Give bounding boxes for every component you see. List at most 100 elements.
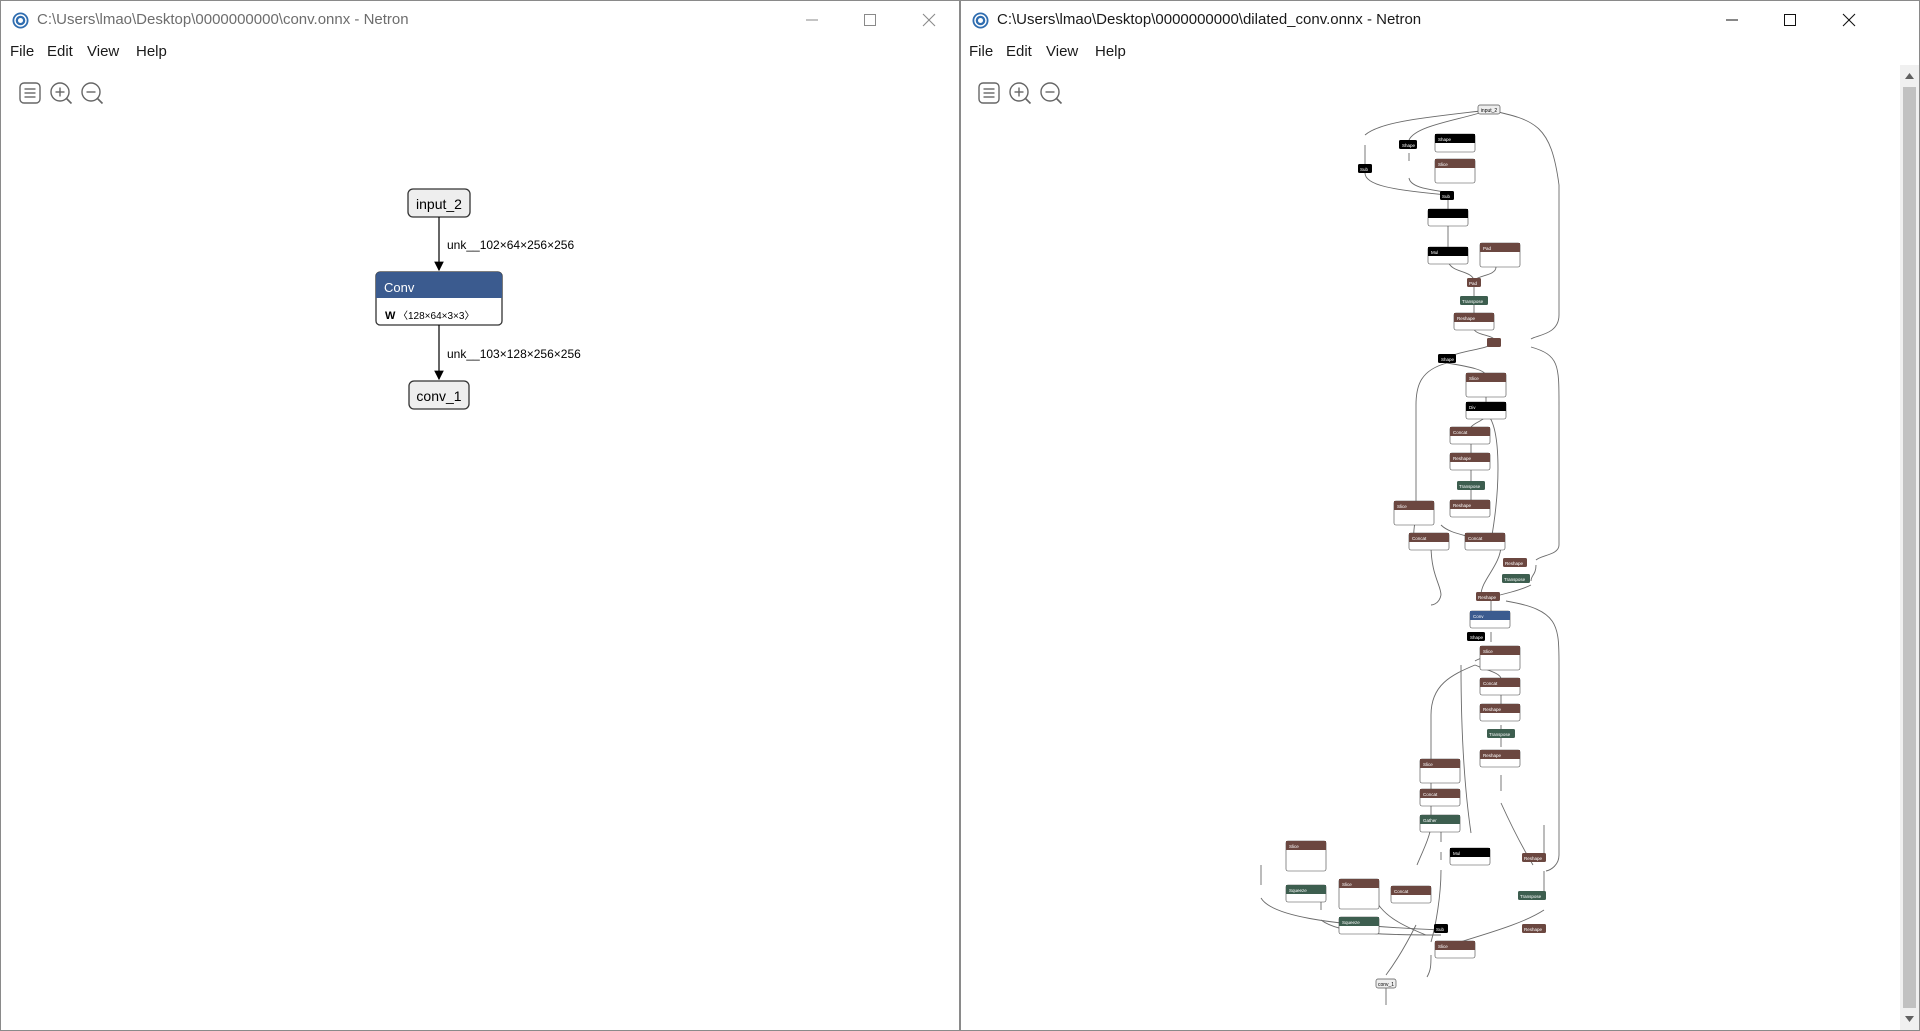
menu-edit[interactable]: Edit bbox=[1006, 43, 1032, 60]
mul-node-label: Mul bbox=[1431, 250, 1438, 255]
shape-node-label: Shape bbox=[1438, 137, 1452, 142]
graph-output-node[interactable]: conv_1 bbox=[408, 380, 470, 410]
reshape-node[interactable]: Reshape bbox=[1522, 924, 1546, 933]
concat-node[interactable]: Concat bbox=[1464, 532, 1506, 551]
concat-node-label: Concat bbox=[1453, 430, 1468, 435]
vertical-scrollbar[interactable] bbox=[1900, 65, 1919, 1030]
maximize-icon bbox=[1784, 14, 1796, 26]
slice-node[interactable]: Slice bbox=[1479, 645, 1521, 671]
reshape-node[interactable]: Reshape bbox=[1479, 703, 1521, 722]
slice-node-label: Slice bbox=[1483, 649, 1493, 654]
sub-node-label: Sub bbox=[1436, 927, 1445, 932]
gather-node[interactable]: Gather bbox=[1419, 814, 1461, 833]
sub-node[interactable]: Sub bbox=[1440, 191, 1454, 200]
menu-help[interactable]: Help bbox=[136, 43, 167, 60]
maximize-button[interactable] bbox=[841, 1, 899, 39]
concat-node-label: Concat bbox=[1412, 536, 1427, 541]
slice-node-label: Slice bbox=[1423, 762, 1433, 767]
menu-bar: File Edit View Help bbox=[1, 39, 959, 65]
menu-file[interactable]: File bbox=[10, 43, 34, 60]
minimize-button[interactable] bbox=[1703, 1, 1761, 39]
dilated-conv-node[interactable]: Conv bbox=[1469, 610, 1511, 629]
slice-node[interactable]: Slice bbox=[1393, 500, 1435, 526]
desktop: C:\Users\lmao\Desktop\0000000000\conv.on… bbox=[0, 0, 1920, 1031]
shape-node[interactable]: Shape bbox=[1399, 140, 1417, 149]
input-node[interactable]: input_2 bbox=[1477, 104, 1501, 115]
sub-node[interactable] bbox=[1427, 208, 1469, 227]
scroll-down-arrow[interactable] bbox=[1900, 1010, 1919, 1028]
reshape-node[interactable]: Reshape bbox=[1503, 558, 1527, 567]
close-button[interactable] bbox=[1820, 1, 1878, 39]
output-node[interactable]: conv_1 bbox=[1375, 978, 1397, 989]
reshape-node[interactable]: Reshape bbox=[1453, 312, 1495, 331]
concat-node[interactable]: Concat bbox=[1449, 426, 1491, 445]
concat-node[interactable]: Concat bbox=[1419, 788, 1461, 807]
reshape-node[interactable]: Reshape bbox=[1476, 592, 1500, 601]
slice-node[interactable]: Slice bbox=[1338, 878, 1380, 910]
input-node-label: input_2 bbox=[416, 196, 462, 212]
title-bar[interactable]: C:\Users\lmao\Desktop\0000000000\dilated… bbox=[961, 1, 1919, 39]
slice-node[interactable]: Slice bbox=[1434, 940, 1476, 959]
squeeze-node[interactable]: Squeeze bbox=[1338, 916, 1380, 935]
graph-input-node[interactable]: input_2 bbox=[407, 188, 471, 218]
pad-node[interactable] bbox=[1487, 338, 1501, 347]
edge-in-label: unk__102×64×256×256 bbox=[447, 238, 574, 252]
transpose-node-label: Transpose bbox=[1459, 484, 1481, 489]
shape-node[interactable]: Shape bbox=[1434, 133, 1476, 153]
squeeze-node-label: Squeeze bbox=[1342, 920, 1360, 925]
pad-node[interactable]: Pad bbox=[1467, 278, 1481, 287]
reshape-node[interactable]: Reshape bbox=[1449, 452, 1491, 471]
minimize-icon bbox=[1726, 19, 1738, 21]
menu-view[interactable]: View bbox=[87, 43, 119, 60]
concat-node-label: Concat bbox=[1468, 536, 1483, 541]
slice-node[interactable]: Slice bbox=[1419, 758, 1461, 784]
conv-op-label: Conv bbox=[384, 280, 415, 295]
output-node-label: conv_1 bbox=[416, 388, 461, 404]
concat-node[interactable]: Concat bbox=[1390, 885, 1432, 904]
sub-node[interactable]: Sub bbox=[1358, 164, 1372, 173]
scroll-up-arrow[interactable] bbox=[1900, 67, 1919, 85]
concat-node[interactable]: Concat bbox=[1408, 532, 1450, 551]
reshape-node[interactable]: Reshape bbox=[1449, 499, 1491, 518]
model-graph: input_2 unk__102×64×256×256 Conv W 〈128×… bbox=[375, 188, 581, 410]
transpose-node[interactable]: Transpose bbox=[1487, 729, 1515, 738]
menu-view[interactable]: View bbox=[1046, 43, 1078, 60]
sub-node[interactable]: Sub bbox=[1434, 924, 1448, 933]
squeeze-node[interactable]: Squeeze bbox=[1285, 884, 1327, 903]
title-bar[interactable]: C:\Users\lmao\Desktop\0000000000\conv.on… bbox=[1, 1, 959, 39]
graph-canvas[interactable]: input_2 conv_1 Shape Shape Slice Sub Sub… bbox=[961, 65, 1919, 1030]
graph-canvas[interactable]: input_2 unk__102×64×256×256 Conv W 〈128×… bbox=[1, 65, 959, 1030]
shape-node[interactable]: Shape bbox=[1438, 354, 1456, 363]
slice-node[interactable]: Slice bbox=[1465, 372, 1507, 398]
conv-node[interactable]: Conv W 〈128×64×3×3〉 bbox=[375, 271, 503, 326]
reshape-node[interactable]: Reshape bbox=[1522, 853, 1546, 862]
transpose-node[interactable]: Transpose bbox=[1518, 891, 1546, 900]
shape-node[interactable]: Shape bbox=[1467, 632, 1485, 641]
menu-help[interactable]: Help bbox=[1095, 43, 1126, 60]
div-node-label: Div bbox=[1469, 405, 1476, 410]
transpose-node[interactable]: Transpose bbox=[1457, 481, 1485, 490]
netron-window-dilated-conv: C:\Users\lmao\Desktop\0000000000\dilated… bbox=[960, 0, 1920, 1031]
pad-node[interactable]: Pad bbox=[1479, 242, 1521, 268]
reshape-node-label: Reshape bbox=[1457, 316, 1476, 321]
menu-file[interactable]: File bbox=[969, 43, 993, 60]
scrollbar-thumb[interactable] bbox=[1903, 87, 1916, 1008]
slice-node[interactable]: Slice bbox=[1285, 840, 1327, 872]
reshape-node[interactable]: Reshape bbox=[1479, 749, 1521, 768]
minimize-button[interactable] bbox=[783, 1, 841, 39]
shape-node-label: Shape bbox=[1470, 635, 1484, 640]
div-node[interactable]: Div bbox=[1465, 401, 1507, 420]
transpose-node[interactable]: Transpose bbox=[1460, 296, 1488, 305]
transpose-node[interactable]: Transpose bbox=[1502, 574, 1530, 583]
menu-edit[interactable]: Edit bbox=[47, 43, 73, 60]
shape-node-label: Shape bbox=[1402, 143, 1416, 148]
concat-node[interactable]: Concat bbox=[1479, 677, 1521, 696]
close-button[interactable] bbox=[900, 1, 958, 39]
conv-attr-value: 〈128×64×3×3〉 bbox=[398, 310, 474, 322]
mul-node[interactable]: Mul bbox=[1427, 246, 1469, 265]
slice-node[interactable]: Slice bbox=[1434, 158, 1476, 184]
netron-app-icon bbox=[12, 12, 29, 29]
maximize-button[interactable] bbox=[1761, 1, 1819, 39]
mul-node[interactable]: Mul bbox=[1449, 847, 1491, 866]
gather-node-label: Gather bbox=[1423, 818, 1437, 823]
